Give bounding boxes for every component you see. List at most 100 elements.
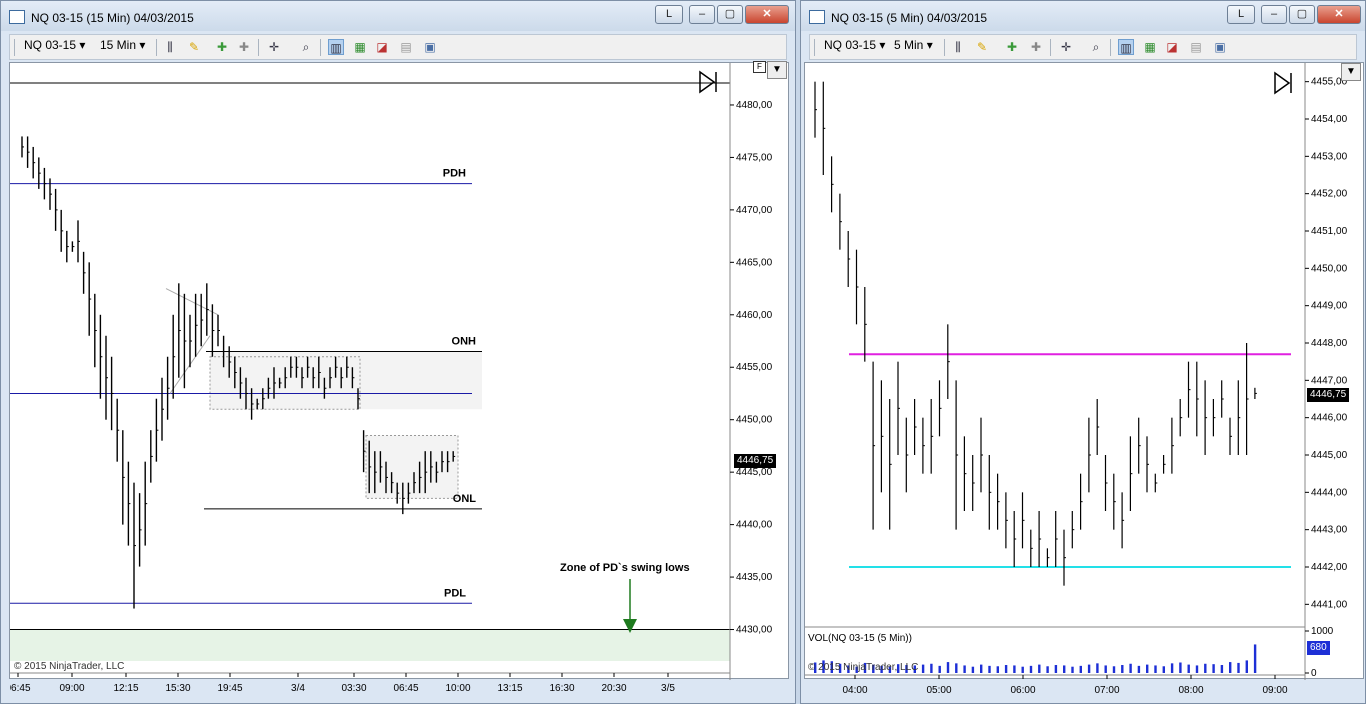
interval-label: 15 Min (100, 38, 137, 52)
scroll-end-icon (699, 70, 716, 94)
chart-options-dropdown[interactable]: ▼ (1341, 63, 1361, 81)
price-axis-label: 4465,00 (736, 257, 773, 268)
close-button[interactable]: ✕ (1317, 5, 1361, 24)
volume-bar (1029, 665, 1033, 673)
maximize-button[interactable]: ▢ (717, 5, 743, 24)
time-axis-label: 19:45 (217, 683, 242, 694)
minimize-button[interactable]: – (689, 5, 715, 24)
chart-options-dropdown[interactable]: ▼ (767, 61, 787, 79)
pencil-icon[interactable]: ✎ (186, 39, 202, 55)
price-axis-label: 4447,00 (1311, 375, 1348, 386)
window-title: NQ 03-15 (15 Min) 04/03/2015 (31, 11, 194, 25)
zoom-in-icon[interactable]: ✚ (1004, 39, 1020, 55)
title-bar[interactable]: NQ 03-15 (5 Min) 04/03/2015 L – ▢ ✕ (801, 1, 1365, 31)
price-axis-label: 4453,00 (1311, 151, 1348, 162)
price-axis-label: 4480,00 (736, 100, 773, 111)
price-axis-label: 4448,00 (1311, 338, 1348, 349)
price-axis-label: 4443,00 (1311, 525, 1348, 536)
instrument-selector[interactable]: NQ 03-15 ▾ (24, 38, 85, 52)
f-marker[interactable]: F (753, 61, 766, 73)
interval-selector[interactable]: 5 Min ▾ (894, 38, 933, 52)
bar-style-icon[interactable]: ⫼ (162, 39, 178, 55)
maximize-button[interactable]: ▢ (1289, 5, 1315, 24)
template-icon[interactable]: ▣ (422, 39, 438, 55)
price-axis-label: 4450,00 (1311, 263, 1348, 274)
time-axis-label: 16:30 (549, 683, 574, 694)
chart-window-icon (809, 10, 825, 24)
magnifier-icon[interactable]: ⌕ (1088, 39, 1104, 55)
time-axis-label: 04:00 (842, 685, 867, 696)
strategies-icon[interactable]: ◪ (374, 39, 390, 55)
bar-style-icon[interactable]: ⫼ (950, 39, 966, 55)
time-axis-label: 3/4 (291, 683, 305, 694)
time-axis-label: 10:00 (445, 683, 470, 694)
indicators-icon[interactable]: ▦ (352, 39, 368, 55)
overnight-range-box (210, 351, 482, 410)
minimize-button[interactable]: – (1261, 5, 1287, 24)
properties-icon[interactable]: ▤ (1188, 39, 1204, 55)
volume-bar (1021, 666, 1024, 673)
price-axis-label: 4475,00 (736, 152, 773, 163)
instrument-selector[interactable]: NQ 03-15 ▾ (824, 38, 885, 52)
time-axis-label: 15:30 (165, 683, 190, 694)
volume-bar (996, 666, 999, 673)
volume-bar (1137, 665, 1141, 673)
properties-icon[interactable]: ▤ (398, 39, 414, 55)
price-axis-label: 4444,00 (1311, 487, 1348, 498)
price-axis-label: 4442,00 (1311, 562, 1348, 573)
data-series-icon[interactable]: ▥ (1118, 39, 1134, 55)
volume-bar (1253, 644, 1257, 673)
toolbar-separator (1050, 39, 1051, 56)
price-chart-svg[interactable]: 4455,004454,004453,004452,004451,004450,… (805, 63, 1365, 703)
volume-bar (1229, 662, 1232, 673)
toolbar-separator (258, 39, 259, 56)
toolbar-separator (14, 39, 15, 56)
zoom-in-icon[interactable]: ✚ (214, 39, 230, 55)
price-axis-label: 4440,00 (736, 520, 773, 531)
volume-bar (1054, 665, 1058, 673)
data-series-icon[interactable]: ▥ (328, 39, 344, 55)
chart-window-icon (9, 10, 25, 24)
magnifier-icon[interactable]: ⌕ (298, 39, 314, 55)
price-chart-5min[interactable]: 4455,00 4454,00 4453,00 4452,00 4451,00 4450,… (804, 62, 1364, 696)
time-axis-label: 06:45 (393, 683, 418, 694)
strategies-icon[interactable]: ◪ (1164, 39, 1180, 55)
volume-bar (1121, 665, 1124, 673)
price-chart-15min[interactable]: PDH ONH ONL PDL Zone of PD`s swing lows 4480,… (9, 61, 789, 694)
price-axis-label: 4450,00 (736, 415, 773, 426)
indicators-icon[interactable]: ▦ (1142, 39, 1158, 55)
close-button[interactable]: ✕ (745, 5, 789, 24)
volume-bar (988, 665, 991, 673)
volume-bar (1129, 663, 1132, 673)
crosshair-icon[interactable]: ✛ (1058, 39, 1074, 55)
price-axis-label: 4430,00 (736, 625, 773, 636)
volume-bar (1096, 663, 1099, 673)
template-icon[interactable]: ▣ (1212, 39, 1228, 55)
price-chart-svg[interactable]: PDH ONH ONL PDL Zone of PD`s swing lows 4480,… (10, 63, 790, 703)
time-axis-label: 03:30 (341, 683, 366, 694)
copyright-text: © 2015 NinjaTrader, LLC (808, 662, 919, 673)
zoom-out-icon[interactable]: ✚ (1028, 39, 1044, 55)
copyright-text: © 2015 NinjaTrader, LLC (14, 661, 125, 672)
interval-selector[interactable]: 15 Min ▾ (100, 38, 145, 52)
volume-bar (1245, 660, 1248, 673)
price-axis-label: 4460,00 (736, 310, 773, 321)
pencil-icon[interactable]: ✎ (974, 39, 990, 55)
crosshair-icon[interactable]: ✛ (266, 39, 282, 55)
title-bar[interactable]: NQ 03-15 (15 Min) 04/03/2015 L – ▢ ✕ (1, 1, 795, 31)
volume-label: VOL(NQ 03-15 (5 Min)) (808, 633, 912, 644)
onh-label: ONH (452, 336, 477, 348)
time-axis-label: 09:00 (59, 683, 84, 694)
onl-label: ONL (453, 493, 477, 505)
chart-toolbar: NQ 03-15 ▾ 15 Min ▾ ⫼ ✎ ✚ ✚ ✛ ⌕ ▥ ▦ ◪ ▤ … (9, 34, 787, 60)
price-axis-label: 4455,00 (736, 362, 773, 373)
price-axis-label: 4454,00 (1311, 114, 1348, 125)
interval-label: 5 Min (894, 38, 924, 52)
zoom-out-icon[interactable]: ✚ (236, 39, 252, 55)
volume-bar (1071, 666, 1074, 673)
triangle-upper-line (165, 288, 219, 316)
link-button[interactable]: L (1227, 5, 1255, 24)
volume-bar (1013, 665, 1016, 673)
link-button[interactable]: L (655, 5, 683, 24)
volume-axis-label: 0 (1311, 668, 1317, 679)
